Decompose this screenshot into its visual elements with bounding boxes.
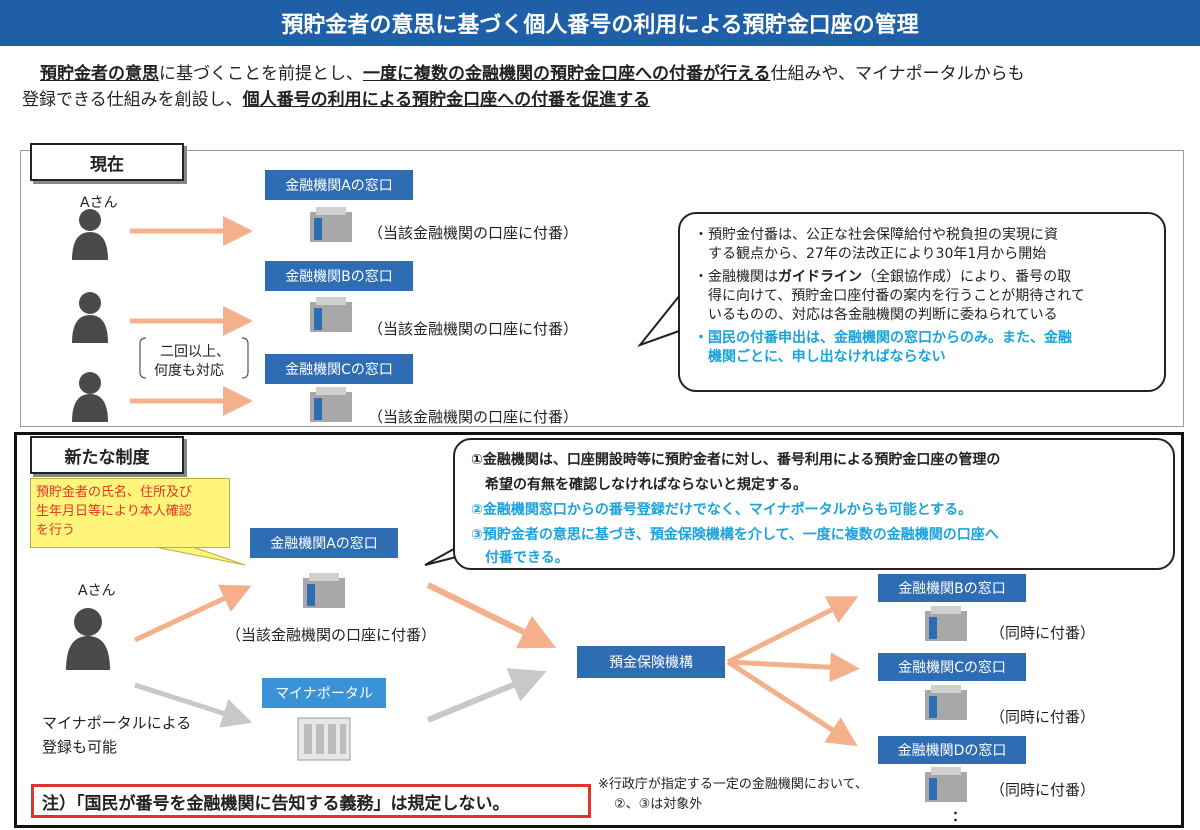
bubble-line: ・金融機関はガイドライン（全銀協作成）により、番号の取 (694, 268, 1085, 287)
bubble-text: （全銀協作成）により、番号の取 (862, 269, 1072, 285)
rule-3-line-1: ③預貯金者の意思に基づき、預金保険機構を介して、一度に複数の金融機関の口座へ (471, 527, 999, 543)
mynaportal-box: マイナポータル (262, 678, 386, 708)
bubble-line-highlight: 機関ごとに、申し出なければならない (694, 349, 946, 365)
intro-emph-3: 個人番号の利用による預貯金口座への付番を促進する (242, 90, 651, 110)
account-note-a: （当該金融機関の口座に付番） (368, 224, 579, 242)
id-check-callout: 預貯金者の氏名、住所及び 生年月日等により本人確認 を行う (30, 478, 230, 548)
page-title: 預貯金者の意思に基づく個人番号の利用による預貯金口座の管理 (0, 0, 1200, 46)
footnote-line-2: ②、③は対象外 (614, 797, 703, 812)
new-system-bubble: ①金融機関は、口座開設時等に預貯金者に対し、番号利用による預貯金口座の管理の 希… (453, 438, 1175, 570)
person-label-new: Aさん (78, 583, 116, 599)
intro-text-2: 仕組みや、マイナポータルからも (770, 64, 1025, 84)
simul-note-c: （同時に付番） (990, 708, 1096, 726)
repeat-label-2: 何度も対応 (154, 363, 224, 379)
footnote: ※行政庁が指定する一定の金融機関において、 ②、③は対象外 (598, 775, 868, 815)
bank-a-window: 金融機関Aの窓口 (265, 170, 413, 200)
footnote-line-1: ※行政庁が指定する一定の金融機関において、 (598, 777, 868, 792)
account-note-new: （当該金融機関の口座に付番） (226, 626, 437, 644)
rule-2: ②金融機関窓口からの番号登録だけでなく、マイナポータルからも可能とする。 (471, 502, 973, 518)
account-note-b: （当該金融機関の口座に付番） (368, 320, 579, 338)
intro-line-2: 登録できる仕組みを創設し、個人番号の利用による預貯金口座への付番を促進する (22, 88, 1162, 112)
current-tag: 現在 (30, 143, 184, 181)
bank-a-window-new: 金融機関Aの窓口 (250, 528, 398, 558)
bank-b-window: 金融機関Bの窓口 (265, 261, 413, 291)
portal-note-2: 登録も可能 (42, 738, 118, 756)
account-note-c: （当該金融機関の口座に付番） (368, 408, 579, 426)
new-system-tag: 新たな制度 (30, 436, 184, 474)
bubble-line: する観点から、27年の法改正により30年1月から開始 (694, 246, 1047, 262)
person-label: Aさん (80, 195, 118, 211)
simul-note-d: （同時に付番） (990, 781, 1096, 799)
rule-1-line-2: 希望の有無を確認しなければならないと規定する。 (471, 477, 807, 493)
intro-emph-1: 預貯金者の意思 (40, 64, 159, 84)
no-obligation-note: 注）「国民が番号を金融機関に告知する義務」は規定しない。 (31, 784, 591, 818)
intro-line-1: 預貯金者の意思に基づくことを前提とし、一度に複数の金融機関の預貯金口座への付番が… (40, 62, 1180, 86)
intro-text-3: 登録できる仕組みを創設し、 (22, 90, 243, 110)
more-banks-ellipsis: ： (952, 809, 966, 825)
bubble-line: 得に向けて、預貯金口座付番の案内を行うことが期待されて (694, 288, 1085, 304)
id-check-line: を行う (36, 523, 76, 538)
bank-d-window-new: 金融機関Dの窓口 (878, 736, 1026, 764)
current-info-bubble: ・預貯金付番は、公正な社会保障給付や税負担の実現に資 する観点から、27年の法改… (678, 212, 1166, 392)
id-check-line: 預貯金者の氏名、住所及び (36, 485, 193, 500)
bank-b-window-new: 金融機関Bの窓口 (878, 574, 1026, 602)
simul-note-b: （同時に付番） (990, 624, 1096, 642)
bank-c-window: 金融機関Cの窓口 (265, 354, 413, 384)
bubble-guideline: ガイドライン (778, 269, 862, 285)
id-check-line: 生年月日等により本人確認 (36, 504, 192, 519)
bubble-line: いるものの、対応は各金融機関の判断に委ねられている (694, 307, 1058, 323)
bank-c-window-new: 金融機関Cの窓口 (878, 653, 1026, 681)
bubble-text: ・金融機関は (694, 269, 778, 285)
rule-1-line-1: ①金融機関は、口座開設時等に預貯金者に対し、番号利用による預貯金口座の管理の (471, 452, 1001, 468)
portal-note-1: マイナポータルによる (42, 714, 192, 732)
deposit-insurance-corp: 預金保険機構 (577, 646, 725, 678)
rule-3-line-2: 付番できる。 (471, 550, 569, 566)
bubble-line: ・預貯金付番は、公正な社会保障給付や税負担の実現に資 (694, 227, 1058, 243)
bubble-line-highlight: ・国民の付番申出は、金融機関の窓口からのみ。また、金融 (694, 330, 1072, 346)
intro-text-1: に基づくことを前提とし、 (159, 64, 363, 84)
repeat-label-1: 二回以上、 (160, 344, 230, 360)
intro-emph-2: 一度に複数の金融機関の預貯金口座への付番が行える (363, 64, 771, 84)
